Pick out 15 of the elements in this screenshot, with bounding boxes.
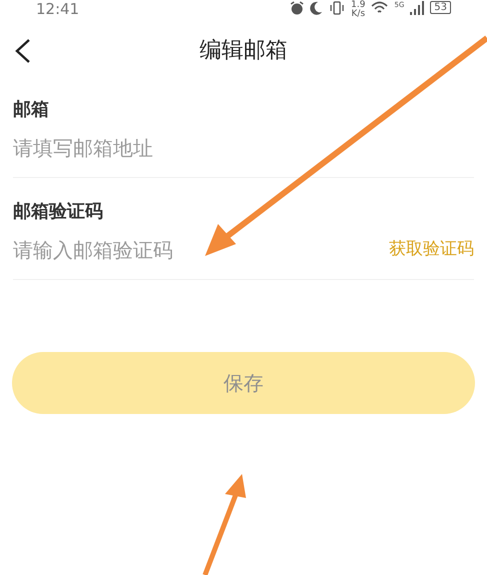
- network-speed-unit: K/s: [351, 10, 366, 19]
- wifi-icon: [371, 1, 388, 15]
- battery-level: 53: [430, 1, 451, 14]
- field-label: 邮箱: [13, 98, 50, 122]
- network-speed-value: 1.9: [351, 1, 366, 10]
- vibrate-icon: [329, 1, 346, 15]
- input-field[interactable]: 请输入邮箱验证码: [13, 235, 389, 265]
- input-field[interactable]: 请填写邮箱地址: [13, 133, 474, 163]
- status-time: 12:41: [36, 1, 80, 18]
- get-code-link[interactable]: 获取验证码: [389, 237, 474, 263]
- page-title: 编辑邮箱: [200, 36, 288, 64]
- signal-icon: [410, 1, 424, 15]
- alarm-icon: [290, 1, 304, 15]
- field-label: 邮箱验证码: [13, 200, 104, 224]
- moon-icon: [310, 1, 324, 15]
